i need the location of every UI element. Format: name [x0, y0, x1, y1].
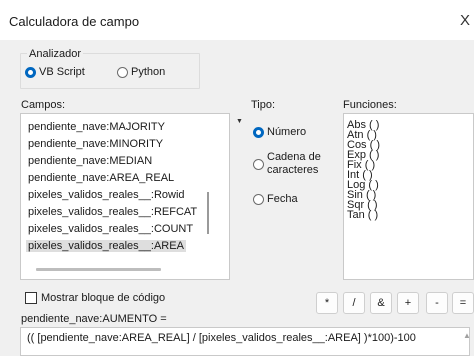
- show-code-block-label: Mostrar bloque de código: [41, 292, 166, 304]
- concatenate-button[interactable]: &: [370, 292, 392, 314]
- string-radio-label-line2: caracteres: [267, 164, 319, 176]
- number-radio[interactable]: Número: [253, 126, 306, 138]
- vbscript-radio-label: VB Script: [39, 66, 85, 78]
- list-item[interactable]: pixeles_validos_reales__:REFCAT: [28, 206, 197, 218]
- radio-unselected-icon: [117, 66, 128, 78]
- close-button[interactable]: X: [460, 12, 474, 29]
- list-item[interactable]: pixeles_validos_reales__:Rowid: [28, 189, 185, 201]
- fields-listbox[interactable]: pendiente_nave:MAJORITY pendiente_nave:M…: [20, 113, 230, 280]
- radio-unselected-icon: [253, 158, 264, 170]
- number-radio-label: Número: [267, 126, 307, 138]
- string-radio-label: Cadena de caracteres: [267, 151, 321, 177]
- title-bar: Calculadora de campo X: [0, 0, 474, 40]
- equals-button[interactable]: =: [452, 292, 474, 314]
- functions-label: Funciones:: [343, 99, 397, 111]
- window-title: Calculadora de campo: [9, 14, 140, 29]
- list-item[interactable]: pendiente_nave:MINORITY: [28, 138, 163, 150]
- subtract-button[interactable]: -: [426, 292, 448, 314]
- list-item[interactable]: pendiente_nave:MEDIAN: [28, 155, 152, 167]
- show-code-block-checkbox[interactable]: Mostrar bloque de código: [25, 292, 165, 304]
- date-radio[interactable]: Fecha: [253, 193, 298, 205]
- horizontal-scrollbar[interactable]: [36, 268, 161, 271]
- radio-selected-icon: [25, 66, 36, 78]
- expression-text: (( [pendiente_nave:AREA_REAL] / [pixeles…: [27, 332, 416, 344]
- fields-label: Campos:: [21, 99, 66, 111]
- parser-group-label: Analizador: [27, 48, 83, 60]
- list-item[interactable]: pendiente_nave:AREA_REAL: [28, 172, 174, 184]
- python-radio[interactable]: Python: [117, 66, 165, 78]
- list-item-selected[interactable]: pixeles_validos_reales__:AREA: [26, 240, 186, 252]
- scroll-up-icon[interactable]: ▲: [463, 331, 471, 340]
- target-field-label: pendiente_nave:AUMENTO =: [21, 313, 167, 325]
- type-label: Tipo:: [251, 99, 276, 111]
- vbscript-radio[interactable]: VB Script: [25, 66, 85, 78]
- list-item[interactable]: Tan ( ): [347, 210, 378, 221]
- expression-textarea[interactable]: (( [pendiente_nave:AREA_REAL] / [pixeles…: [20, 327, 471, 356]
- radio-unselected-icon: [253, 193, 264, 205]
- list-item[interactable]: pendiente_nave:MAJORITY: [28, 121, 165, 133]
- functions-listbox[interactable]: Abs ( ) Atn ( ) Cos ( ) Exp ( ) Fix ( ) …: [343, 113, 474, 280]
- date-radio-label: Fecha: [267, 193, 298, 205]
- vertical-scrollbar[interactable]: [207, 192, 209, 234]
- checkbox-icon: [25, 292, 37, 304]
- divide-button[interactable]: /: [343, 292, 365, 314]
- python-radio-label: Python: [131, 66, 166, 78]
- radio-selected-icon: [253, 126, 264, 138]
- string-radio-label-line1: Cadena de: [267, 151, 321, 163]
- list-item[interactable]: pixeles_validos_reales__:COUNT: [28, 223, 193, 235]
- string-radio[interactable]: Cadena de caracteres: [253, 151, 321, 177]
- multiply-button[interactable]: *: [316, 292, 338, 314]
- add-button[interactable]: +: [397, 292, 419, 314]
- scroll-up-arrow-icon[interactable]: ▼: [236, 118, 243, 125]
